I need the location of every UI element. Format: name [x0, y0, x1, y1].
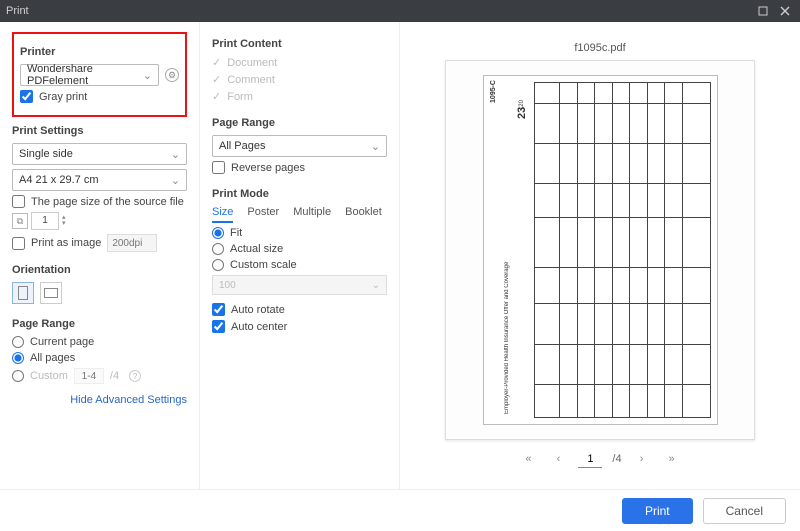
reverse-pages-label: Reverse pages	[231, 162, 305, 174]
orientation-portrait-button[interactable]	[12, 282, 34, 304]
printer-settings-icon[interactable]: ⚙	[165, 68, 179, 82]
copies-input[interactable]: 1	[31, 212, 59, 230]
pager-first-button[interactable]: «	[518, 450, 538, 468]
check-icon: ✓	[212, 56, 221, 69]
pager-prev-button[interactable]: ‹	[548, 450, 568, 468]
print-as-image-label: Print as image	[31, 237, 101, 249]
tab-size[interactable]: Size	[212, 206, 233, 223]
actual-size-radio[interactable]	[212, 243, 224, 255]
preview-pager: « ‹ /4 › »	[518, 450, 681, 468]
form-title: Employer-Provided Health Insurance Offer…	[504, 84, 510, 414]
printer-heading: Printer	[20, 46, 179, 58]
copies-stepper[interactable]: ▴▾	[62, 215, 66, 227]
paper-size-select[interactable]: A4 21 x 29.7 cm ⌄	[12, 169, 187, 191]
chevron-down-icon: ⌄	[371, 140, 380, 153]
pager-last-button[interactable]: »	[662, 450, 682, 468]
tab-booklet[interactable]: Booklet	[345, 206, 382, 223]
print-settings-heading: Print Settings	[12, 125, 187, 137]
left-panel: Printer Wondershare PDFelement ⌄ ⚙ Gray …	[0, 22, 200, 489]
pager-page-input[interactable]	[578, 450, 602, 468]
form-year: 2320	[516, 100, 528, 119]
page-range-right-heading: Page Range	[212, 117, 387, 129]
print-as-image-checkbox[interactable]	[12, 237, 25, 250]
auto-rotate-label: Auto rotate	[231, 304, 285, 316]
sides-select[interactable]: Single side ⌄	[12, 143, 187, 165]
check-icon: ✓	[212, 90, 221, 103]
chevron-down-icon: ⌄	[372, 280, 380, 291]
custom-scale-value: 100	[219, 280, 236, 291]
window-maximize-icon[interactable]	[754, 2, 772, 20]
preview-panel: f1095c.pdf 1095-C Employer-Provided Heal…	[400, 22, 800, 489]
tab-multiple[interactable]: Multiple	[293, 206, 331, 223]
auto-center-checkbox[interactable]	[212, 320, 225, 333]
footer: Print Cancel	[0, 489, 800, 531]
printer-selected-label: Wondershare PDFelement	[27, 63, 143, 87]
preview-frame: 1095-C Employer-Provided Health Insuranc…	[445, 60, 755, 440]
all-pages-radio[interactable]	[12, 352, 24, 364]
current-page-radio[interactable]	[12, 336, 24, 348]
page-range-select[interactable]: All Pages ⌄	[212, 135, 387, 157]
check-icon: ✓	[212, 73, 221, 86]
pager-next-button[interactable]: ›	[632, 450, 652, 468]
pager-page-total: /4	[612, 453, 621, 465]
source-size-checkbox[interactable]	[12, 195, 25, 208]
preview-grid	[534, 82, 711, 418]
window-close-icon[interactable]	[776, 2, 794, 20]
print-button[interactable]: Print	[622, 498, 693, 524]
chevron-down-icon: ⌄	[143, 69, 152, 82]
source-size-label: The page size of the source file	[31, 196, 184, 208]
custom-range-label: Custom	[30, 370, 68, 382]
chevron-down-icon: ⌄	[171, 148, 180, 161]
gray-print-checkbox[interactable]	[20, 90, 33, 103]
fit-label: Fit	[230, 227, 242, 239]
preview-document: 1095-C Employer-Provided Health Insuranc…	[483, 75, 718, 425]
dpi-input	[107, 234, 157, 252]
custom-range-total: /4	[110, 370, 119, 382]
page-range-selected-label: All Pages	[219, 140, 265, 152]
hide-advanced-link[interactable]: Hide Advanced Settings	[12, 394, 187, 406]
custom-range-input	[74, 368, 104, 384]
custom-scale-radio[interactable]	[212, 259, 224, 271]
custom-scale-label: Custom scale	[230, 259, 297, 271]
page-range-left-heading: Page Range	[12, 318, 187, 330]
custom-scale-input: 100 ⌄	[212, 275, 387, 295]
orientation-heading: Orientation	[12, 264, 187, 276]
print-content-heading: Print Content	[212, 38, 387, 50]
content-form-label: Form	[227, 91, 253, 103]
printer-highlight-box: Printer Wondershare PDFelement ⌄ ⚙ Gray …	[12, 32, 187, 117]
content-document-label: Document	[227, 57, 277, 69]
reverse-pages-checkbox[interactable]	[212, 161, 225, 174]
fit-radio[interactable]	[212, 227, 224, 239]
print-mode-heading: Print Mode	[212, 188, 387, 200]
title-bar: Print	[0, 0, 800, 22]
tab-poster[interactable]: Poster	[247, 206, 279, 223]
actual-size-label: Actual size	[230, 243, 283, 255]
sides-label: Single side	[19, 148, 73, 160]
chevron-down-icon: ⌄	[171, 174, 180, 187]
info-icon: ?	[129, 370, 141, 382]
cancel-button[interactable]: Cancel	[703, 498, 786, 524]
copies-icon: ⧉	[12, 213, 28, 229]
preview-filename: f1095c.pdf	[574, 42, 625, 54]
content-comment-label: Comment	[227, 74, 275, 86]
gray-print-label: Gray print	[39, 91, 87, 103]
all-pages-label: All pages	[30, 352, 75, 364]
paper-size-label: A4 21 x 29.7 cm	[19, 174, 99, 186]
printer-select[interactable]: Wondershare PDFelement ⌄	[20, 64, 159, 86]
window-title: Print	[6, 5, 29, 17]
custom-range-radio[interactable]	[12, 370, 24, 382]
auto-rotate-checkbox[interactable]	[212, 303, 225, 316]
orientation-landscape-button[interactable]	[40, 282, 62, 304]
current-page-label: Current page	[30, 336, 94, 348]
form-code: 1095-C	[490, 80, 497, 103]
auto-center-label: Auto center	[231, 321, 287, 333]
middle-panel: Print Content ✓ Document ✓ Comment ✓ Form P…	[200, 22, 400, 489]
